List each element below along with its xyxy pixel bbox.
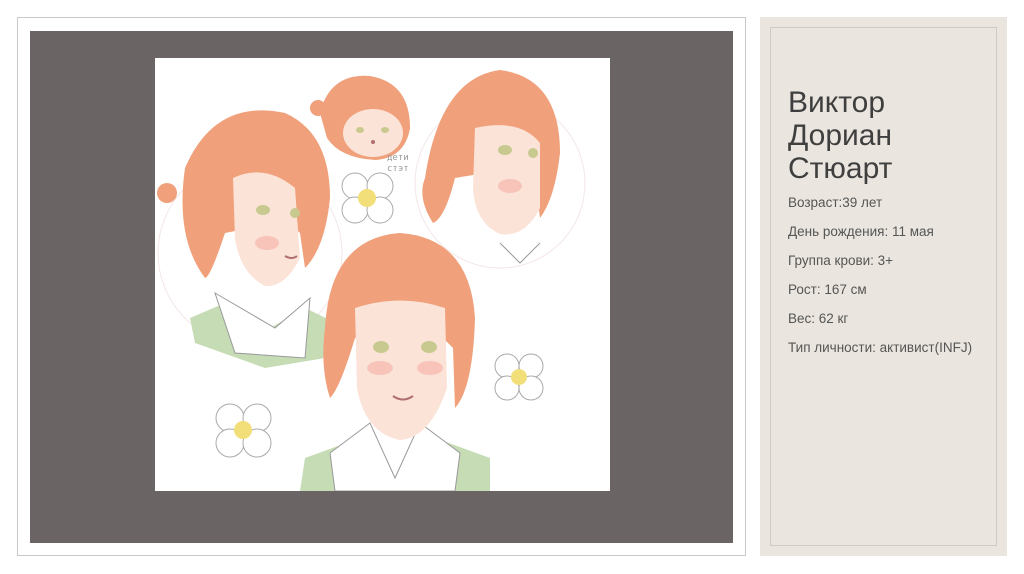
portrait-chibi: дети стэт [310,75,410,174]
fact-weight: Вес: 62 кг [788,311,849,326]
fact-blood-type: Группа крови: 3+ [788,253,894,268]
flower-top [341,172,394,224]
character-facts: Возраст:39 лет День рождения: 11 мая Гру… [788,193,988,367]
portrait-right [414,70,586,269]
svg-text:стэт: стэт [387,164,409,174]
character-name: Виктор Дориан Стюарт [788,86,988,185]
portrait-left [157,110,343,368]
fact-birthday: День рождения: 11 мая [788,224,934,239]
sketch-note: дети [387,153,409,163]
name-line-2: Дориан [788,119,893,152]
name-line-1: Виктор [788,86,886,119]
flower-right [494,353,544,401]
name-line-3: Стюарт [788,152,893,185]
character-artwork: дети стэт [155,58,610,491]
fact-age: Возраст:39 лет [788,195,883,210]
fact-height: Рост: 167 см [788,282,867,297]
flower-left [215,403,272,458]
fact-personality-type: Тип личности: активист(INFJ) [788,340,973,355]
